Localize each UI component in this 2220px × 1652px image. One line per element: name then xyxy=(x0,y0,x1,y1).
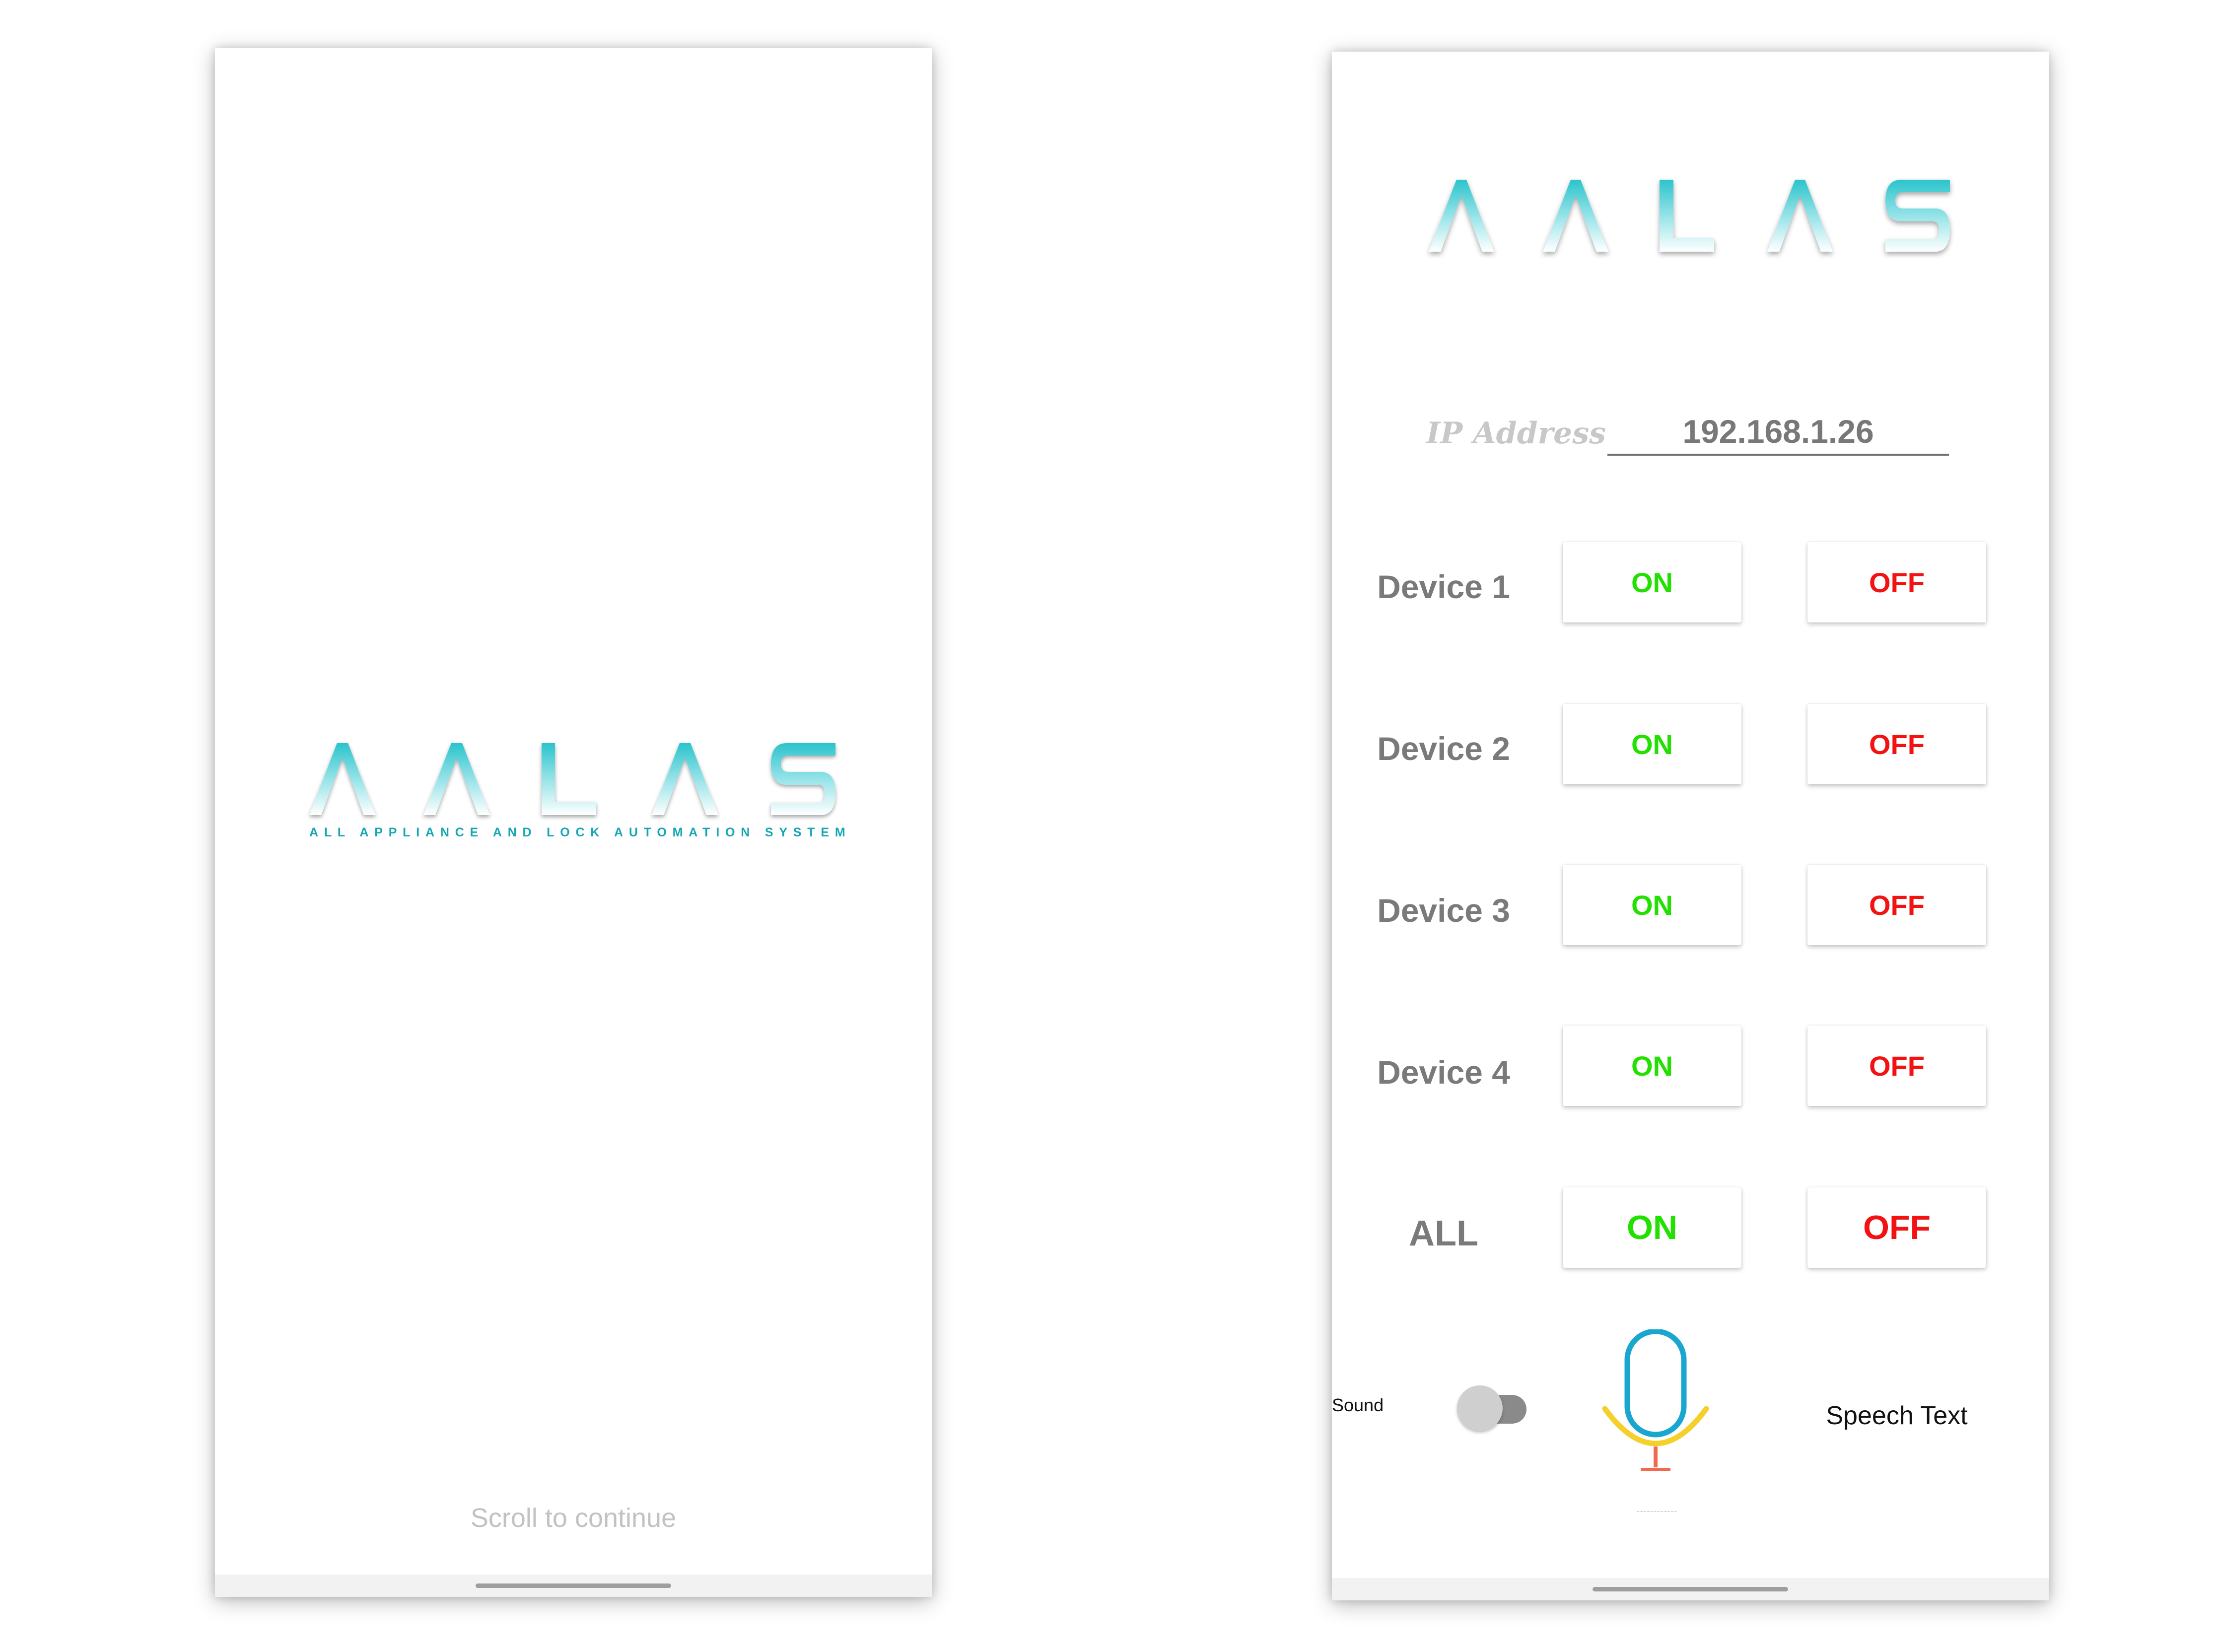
logo-tagline: ALL APPLIANCE AND LOCK AUTOMATION SYSTEM xyxy=(309,826,851,839)
device-2-on-button[interactable]: ON xyxy=(1563,704,1741,784)
toggle-thumb xyxy=(1457,1385,1503,1431)
device-1-label: Device 1 xyxy=(1377,568,1510,605)
device-3-off-button[interactable]: OFF xyxy=(1807,865,1986,945)
device-2-off-button[interactable]: OFF xyxy=(1807,704,1986,784)
speech-text-output: Speech Text xyxy=(1826,1401,1968,1430)
navigation-bar xyxy=(1332,1578,2049,1600)
sound-toggle[interactable] xyxy=(1457,1381,1531,1431)
device-3-label: Device 3 xyxy=(1377,892,1510,929)
home-gesture-handle[interactable] xyxy=(476,1583,671,1588)
home-gesture-handle[interactable] xyxy=(1593,1587,1788,1591)
device-4-off-button[interactable]: OFF xyxy=(1807,1026,1986,1106)
sound-label: Sound xyxy=(1332,1395,1384,1415)
navigation-bar xyxy=(215,1575,932,1597)
control-screen: IP Address Device 1 ON OFF Device 2 ON O… xyxy=(1332,52,2049,1600)
device-4-label: Device 4 xyxy=(1377,1054,1510,1091)
device-2-label: Device 2 xyxy=(1377,730,1510,767)
device-1-on-button[interactable]: ON xyxy=(1563,542,1741,622)
splash-screen: ALL APPLIANCE AND LOCK AUTOMATION SYSTEM… xyxy=(215,48,932,1597)
speech-status-caption: ~~~~~~~~~~~~ xyxy=(1636,1509,1678,1514)
aalas-logo xyxy=(1429,180,1950,254)
device-1-off-button[interactable]: OFF xyxy=(1807,542,1986,622)
all-off-button[interactable]: OFF xyxy=(1807,1187,1986,1268)
all-on-button[interactable]: ON xyxy=(1563,1187,1741,1268)
all-devices-label: ALL xyxy=(1409,1214,1478,1253)
aalas-logo xyxy=(309,743,835,818)
scroll-hint: Scroll to continue xyxy=(470,1503,677,1533)
microphone-icon[interactable] xyxy=(1596,1329,1720,1478)
ip-address-label: IP Address xyxy=(1426,416,1606,451)
device-3-on-button[interactable]: ON xyxy=(1563,865,1741,945)
ip-address-input[interactable] xyxy=(1607,409,1949,456)
device-4-on-button[interactable]: ON xyxy=(1563,1026,1741,1106)
